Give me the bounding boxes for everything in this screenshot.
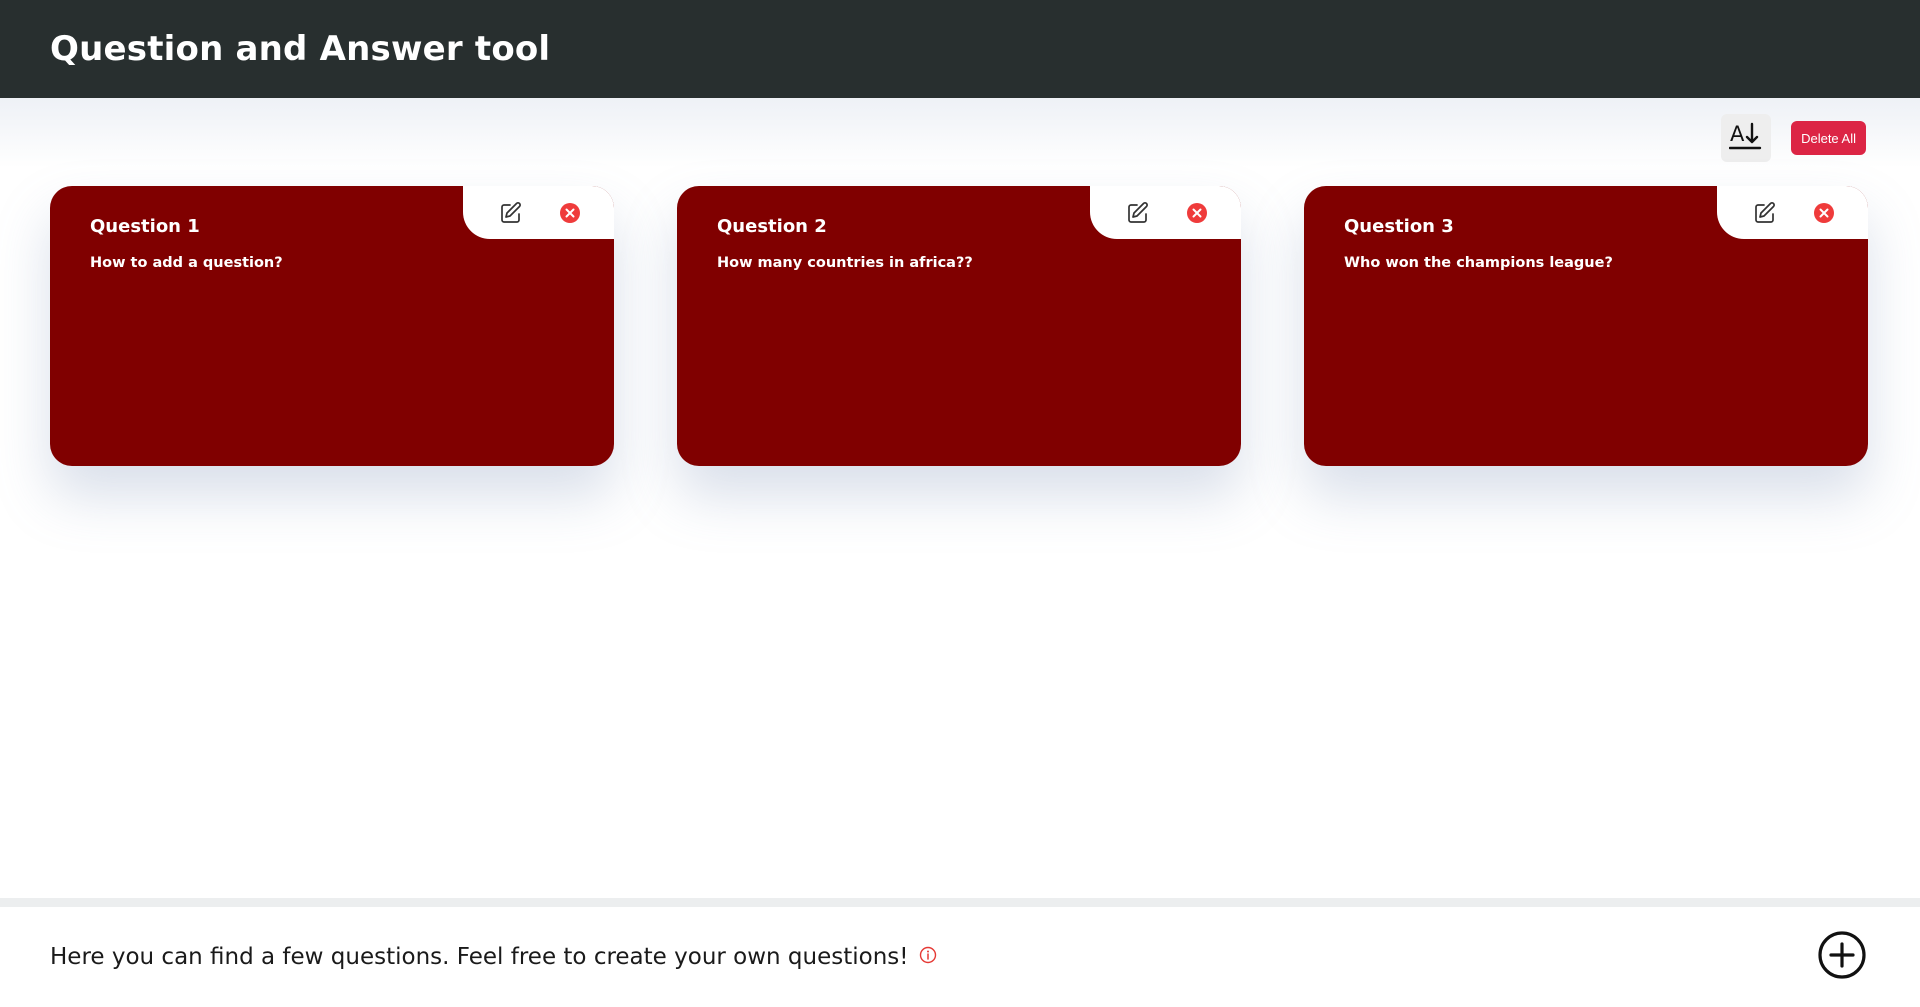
edit-icon[interactable]	[1124, 199, 1152, 227]
app-header: Question and Answer tool	[0, 0, 1920, 98]
close-circle-icon[interactable]	[1810, 199, 1838, 227]
sort-alpha-down-icon: A	[1728, 121, 1763, 156]
plus-circle-icon	[1817, 930, 1867, 984]
sort-button[interactable]: A	[1721, 114, 1772, 162]
edit-icon[interactable]	[1751, 199, 1779, 227]
card-actions	[462, 186, 614, 240]
close-circle-icon[interactable]	[556, 199, 584, 227]
add-question-button[interactable]	[1816, 931, 1868, 983]
delete-all-button[interactable]: Delete All	[1791, 121, 1866, 155]
close-circle-icon[interactable]	[1183, 199, 1211, 227]
question-card: Question 1 How to add a question?	[50, 186, 614, 466]
main-content: A Delete All Question 1 How to add a que…	[0, 98, 1920, 898]
info-icon[interactable]	[919, 946, 937, 968]
svg-text:A: A	[1730, 122, 1745, 146]
card-actions	[1716, 186, 1868, 240]
footer-text: Here you can find a few questions. Feel …	[50, 944, 909, 970]
card-question: How to add a question?	[90, 255, 283, 271]
card-question: Who won the champions league?	[1344, 255, 1613, 271]
question-card: Question 3 Who won the champions league?	[1304, 186, 1868, 466]
question-card: Question 2 How many countries in africa?…	[677, 186, 1241, 466]
page-title: Question and Answer tool	[50, 29, 551, 69]
edit-icon[interactable]	[497, 199, 525, 227]
footer: Here you can find a few questions. Feel …	[0, 898, 1920, 1007]
card-question: How many countries in africa??	[717, 255, 973, 271]
question-card-list: Question 1 How to add a question? Questi…	[50, 186, 1868, 466]
card-actions	[1089, 186, 1241, 240]
footer-info: Here you can find a few questions. Feel …	[50, 944, 937, 970]
toolbar: A Delete All	[1721, 114, 1866, 162]
